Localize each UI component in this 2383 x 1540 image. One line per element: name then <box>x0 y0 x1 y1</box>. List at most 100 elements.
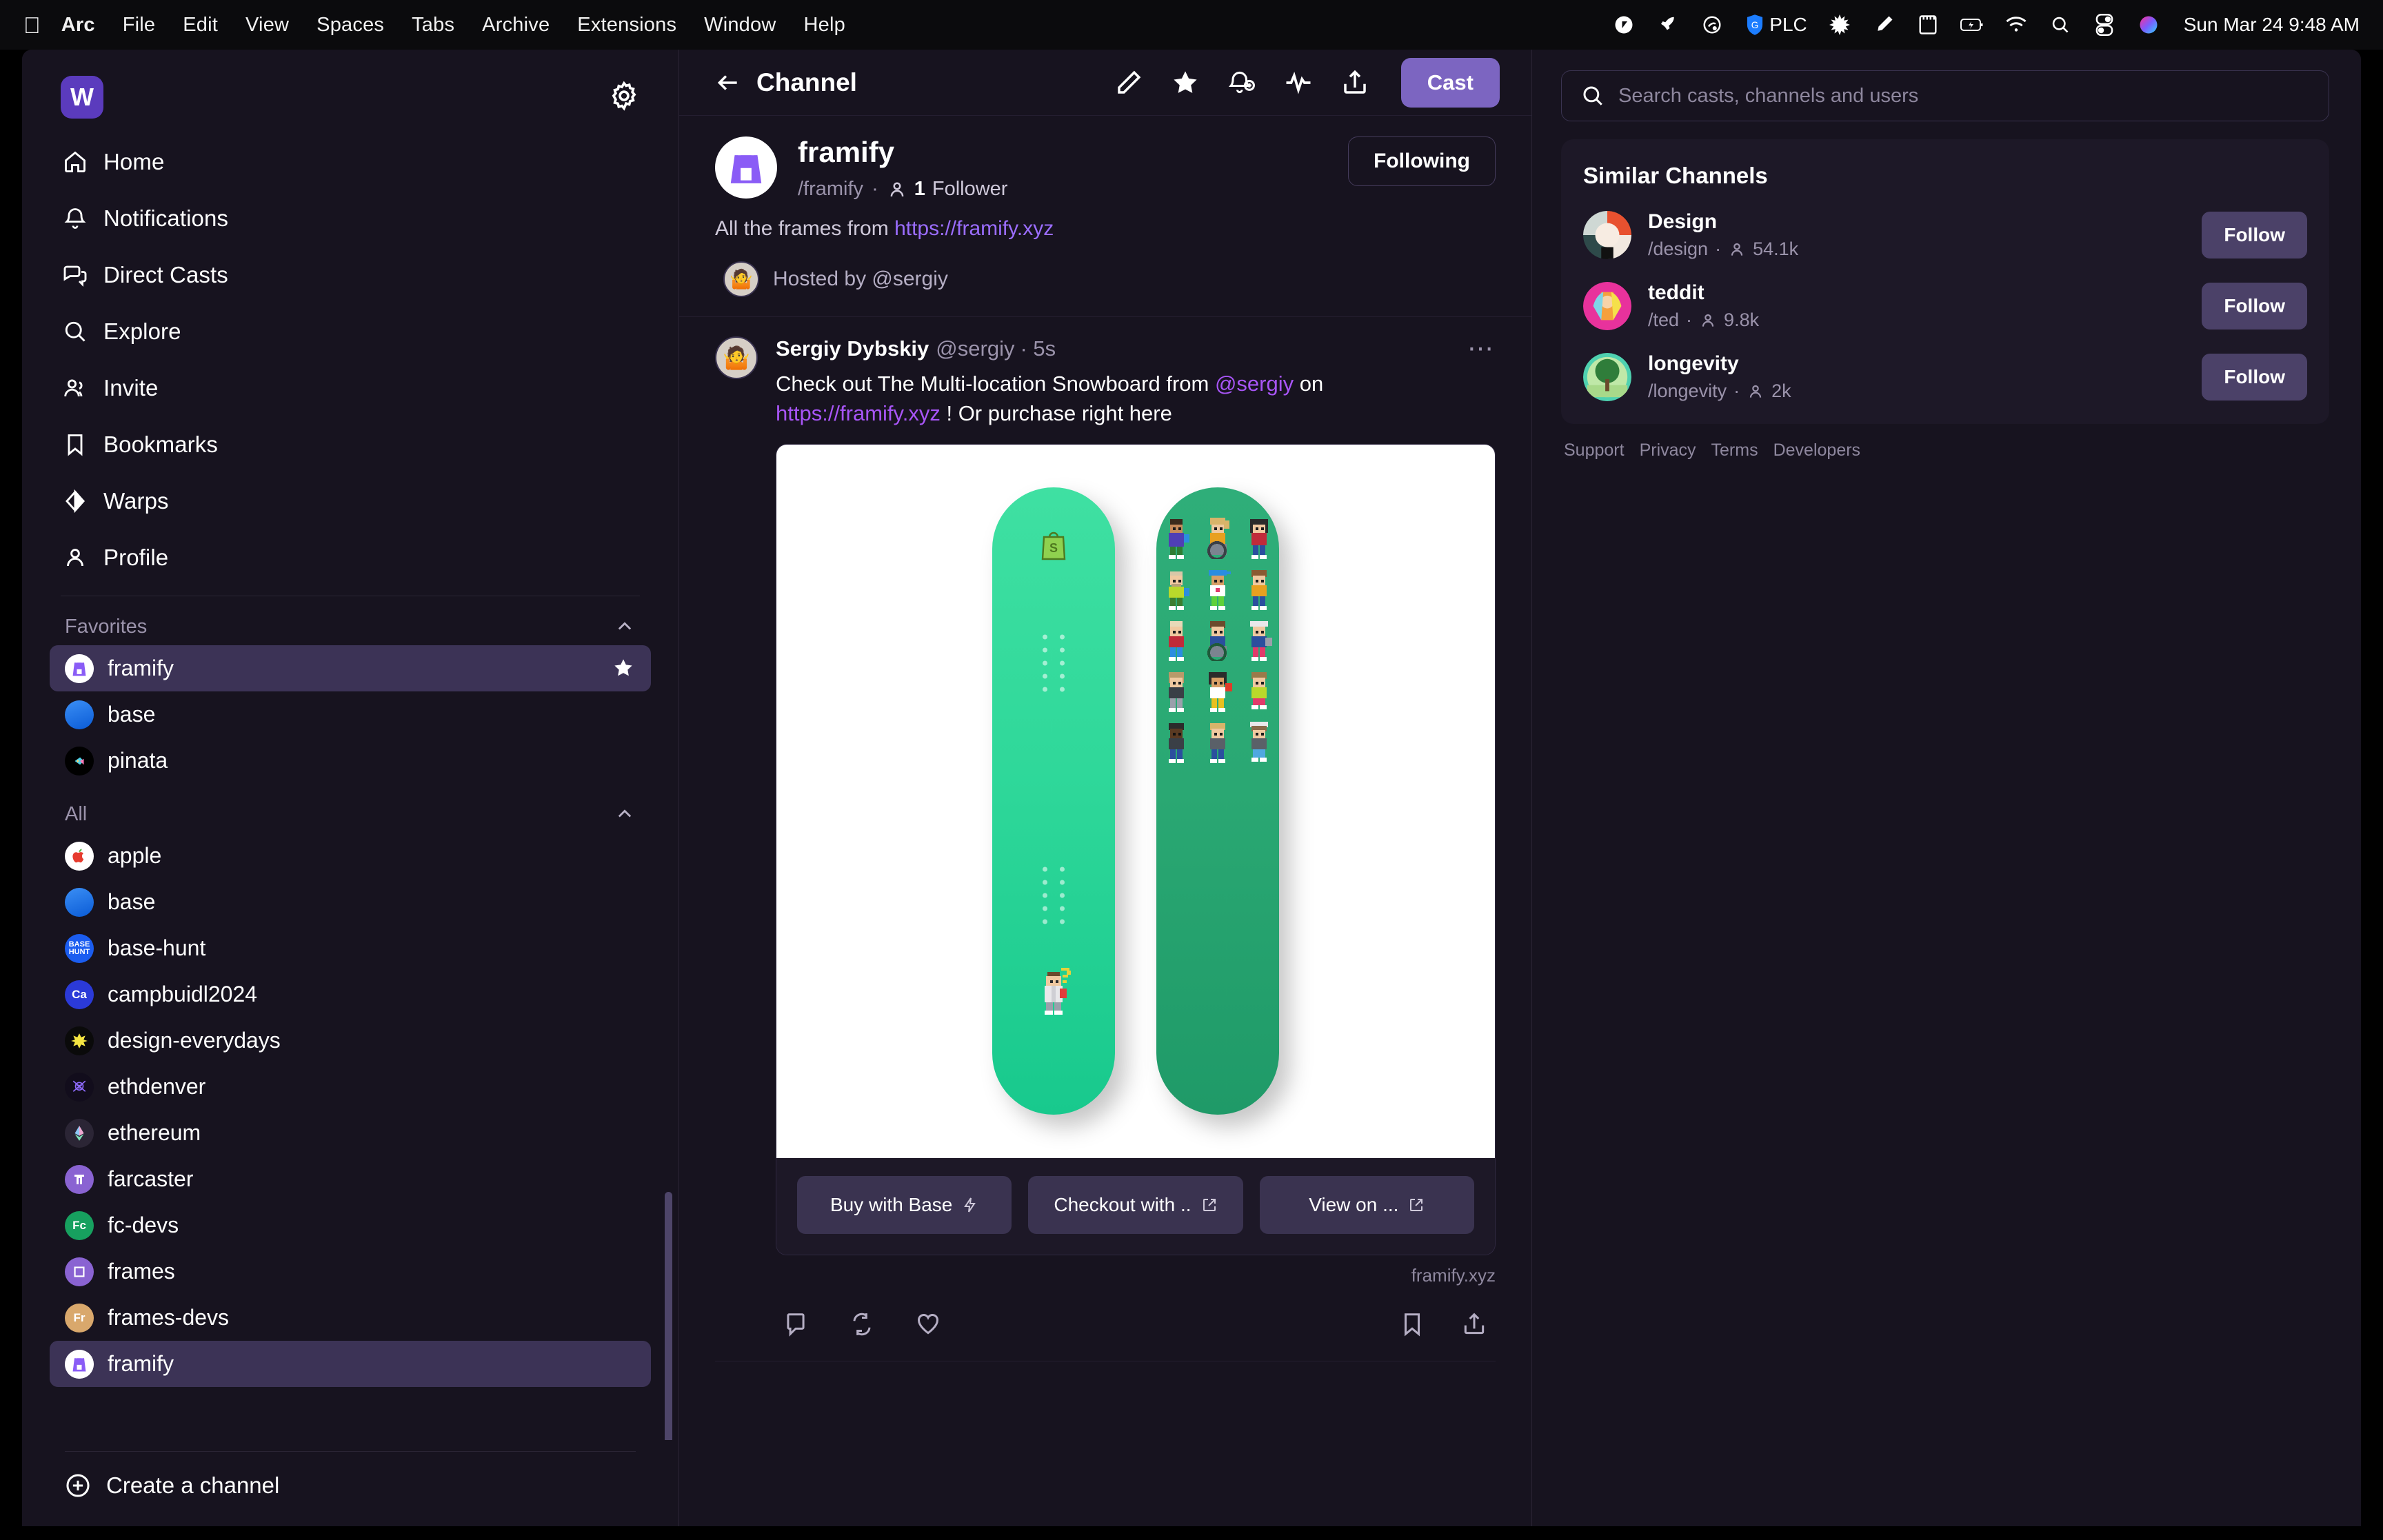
location-icon[interactable] <box>1612 13 1636 37</box>
menu-item-tabs[interactable]: Tabs <box>412 14 454 37</box>
channel-title-block: framify /framify · 1 Follower <box>798 136 1007 201</box>
menu-item-arc[interactable]: Arc <box>61 14 95 37</box>
heart-icon[interactable] <box>915 1311 941 1337</box>
sidebar-item-home[interactable]: Home <box>50 134 651 190</box>
follow-button[interactable]: Follow <box>2202 282 2307 330</box>
cleanshot-icon[interactable] <box>1872 13 1896 37</box>
sidebar-item-direct-casts[interactable]: Direct Casts <box>50 247 651 303</box>
snowboard-pair-image[interactable]: S <box>776 444 1495 1158</box>
similar-channel-row[interactable]: longevity /longevity · 2k Follow <box>1583 352 2307 402</box>
menu-bar-clock[interactable]: Sun Mar 24 9:48 AM <box>2184 14 2360 36</box>
cast-author-handle[interactable]: @sergiy <box>936 336 1014 361</box>
channel-description-link[interactable]: https://framify.xyz <box>894 217 1054 240</box>
wifi-icon[interactable] <box>2004 13 2028 37</box>
sidebar-item-bookmarks[interactable]: Bookmarks <box>50 416 651 473</box>
siri-icon[interactable] <box>2137 13 2160 37</box>
activity-icon[interactable] <box>1284 68 1313 97</box>
bell-plus-icon[interactable] <box>1227 68 1256 97</box>
cast-author-name[interactable]: Sergiy Dybskiy <box>776 336 929 361</box>
footer-link-developers[interactable]: Developers <box>1773 440 1860 460</box>
view-on-button[interactable]: View on ... <box>1259 1175 1474 1234</box>
menu-item-edit[interactable]: Edit <box>183 14 218 37</box>
apple-icon[interactable]:  <box>23 14 41 37</box>
follow-button[interactable]: Follow <box>2202 353 2307 401</box>
arrow-left-icon[interactable] <box>715 70 741 96</box>
channel-item-fc-devs[interactable]: Fc fc-devs <box>50 1202 651 1248</box>
channel-item-design-everydays[interactable]: design-everydays <box>50 1017 651 1064</box>
notes-icon[interactable] <box>1916 13 1940 37</box>
channel-item-base[interactable]: base <box>50 879 651 925</box>
menu-item-file[interactable]: File <box>123 14 156 37</box>
pixel-character-icon <box>1198 515 1238 560</box>
sidebar-item-explore[interactable]: Explore <box>50 303 651 360</box>
sidebar-item-notifications[interactable]: Notifications <box>50 190 651 247</box>
share-icon[interactable] <box>1340 68 1369 97</box>
menu-item-help[interactable]: Help <box>803 14 845 37</box>
avatar[interactable]: 🤷 <box>715 336 758 380</box>
recast-icon[interactable] <box>849 1311 875 1337</box>
channel-item-frames[interactable]: frames <box>50 1248 651 1295</box>
channel-item-pinata-fav[interactable]: pinata <box>50 738 651 784</box>
favorites-section-header[interactable]: Favorites <box>50 606 651 645</box>
more-horizontal-icon[interactable]: ⋯ <box>1467 336 1496 362</box>
search-icon[interactable] <box>2049 13 2072 37</box>
channel-item-farcaster[interactable]: farcaster <box>50 1156 651 1202</box>
channel-item-base-hunt[interactable]: BASE HUNT base-hunt <box>50 925 651 971</box>
channel-name: framify <box>108 656 174 680</box>
control-center-icon[interactable] <box>2093 13 2116 37</box>
channel-host[interactable]: 🤷 Hosted by @sergiy <box>715 261 1496 298</box>
cast-mention[interactable]: @sergiy <box>1215 372 1294 396</box>
create-a-channel-button[interactable]: Create a channel <box>22 1452 678 1526</box>
channel-item-ethereum[interactable]: ethereum <box>50 1110 651 1156</box>
rocket-icon[interactable] <box>1656 13 1680 37</box>
framify-bag-icon <box>715 136 777 199</box>
channel-item-apple[interactable]: apple <box>50 833 651 879</box>
pencil-icon[interactable] <box>1114 68 1143 97</box>
channel-item-campbuidl2024[interactable]: Ca campbuidl2024 <box>50 971 651 1017</box>
channel-item-frames-devs[interactable]: Fr frames-devs <box>50 1295 651 1341</box>
cast-button[interactable]: Cast <box>1400 57 1500 108</box>
buy-with-base-button[interactable]: Buy with Base <box>797 1175 1012 1234</box>
channel-item-base-fav[interactable]: base <box>50 691 651 738</box>
sidebar-scrollbar[interactable] <box>665 1192 672 1440</box>
chevron-up-icon[interactable] <box>615 617 636 638</box>
footer-link-terms[interactable]: Terms <box>1711 440 1758 460</box>
footer-link-privacy[interactable]: Privacy <box>1640 440 1696 460</box>
channel-item-framify[interactable]: framify <box>50 1341 651 1387</box>
warpcast-logo[interactable]: W <box>61 76 103 119</box>
menu-item-view[interactable]: View <box>245 14 289 37</box>
binding-screws-lower <box>1043 867 1065 924</box>
menu-item-window[interactable]: Window <box>704 14 776 37</box>
cast-link[interactable]: https://framify.xyz <box>776 401 941 425</box>
battery-charging-icon[interactable] <box>1960 13 1984 37</box>
footer-link-support[interactable]: Support <box>1564 440 1625 460</box>
follow-button[interactable]: Follow <box>2202 211 2307 259</box>
plc-shield-icon[interactable]: G PLC <box>1744 14 1807 36</box>
channel-item-ethdenver[interactable]: ethdenver <box>50 1064 651 1110</box>
person-icon <box>1699 312 1717 330</box>
menu-item-archive[interactable]: Archive <box>482 14 550 37</box>
chevron-up-icon[interactable] <box>615 804 636 825</box>
menu-item-spaces[interactable]: Spaces <box>316 14 384 37</box>
sun-icon[interactable] <box>1828 13 1851 37</box>
all-section-header[interactable]: All <box>50 793 651 833</box>
channel-name: frames <box>108 1259 175 1284</box>
star-icon[interactable] <box>612 657 636 680</box>
sidebar-item-profile[interactable]: Profile <box>50 529 651 586</box>
bookmark-icon[interactable] <box>1399 1311 1425 1337</box>
checkout-with-button[interactable]: Checkout with .. <box>1028 1175 1243 1234</box>
sidebar-item-invite[interactable]: Invite <box>50 360 651 416</box>
sidebar-item-warps[interactable]: Warps <box>50 473 651 529</box>
share-icon[interactable] <box>1461 1311 1487 1337</box>
channel-name: base <box>108 702 156 727</box>
shazam-icon[interactable] <box>1700 13 1724 37</box>
channel-item-framify-fav[interactable]: framify <box>50 645 651 691</box>
following-button[interactable]: Following <box>1348 136 1496 186</box>
similar-channel-row[interactable]: teddit /ted · 9.8k Follow <box>1583 281 2307 331</box>
gear-icon[interactable] <box>608 80 640 112</box>
reply-icon[interactable] <box>783 1311 809 1337</box>
menu-item-extensions[interactable]: Extensions <box>577 14 676 37</box>
similar-channel-row[interactable]: Design /design · 54.1k Follow <box>1583 210 2307 260</box>
star-icon[interactable] <box>1171 68 1200 97</box>
search-input[interactable]: Search casts, channels and users <box>1561 70 2329 121</box>
